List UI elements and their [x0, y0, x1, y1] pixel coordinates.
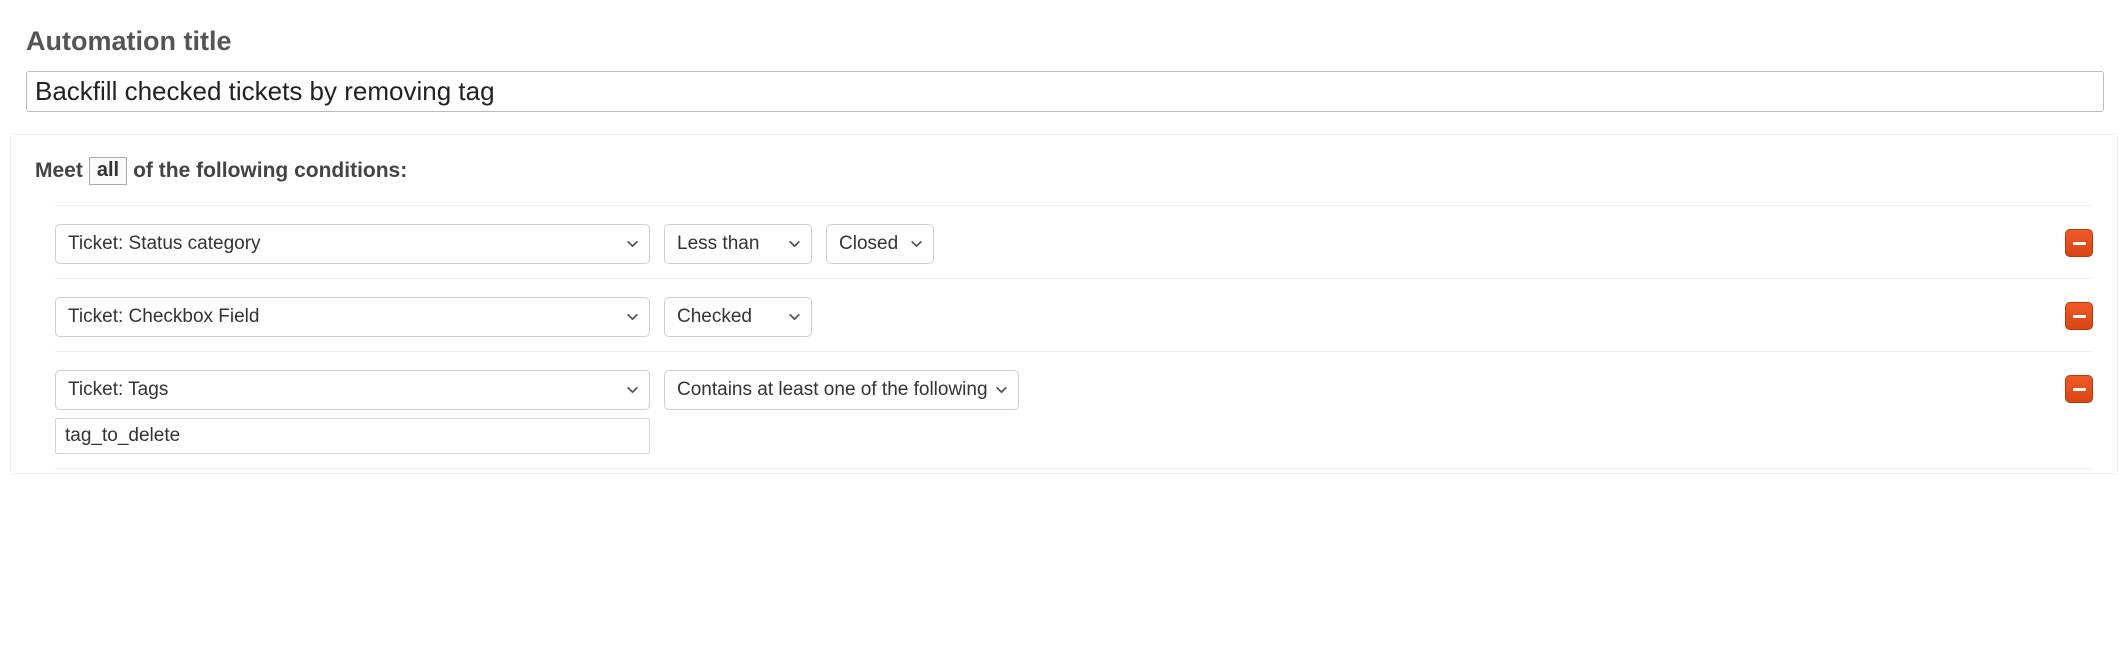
condition-operator-value: Checked: [677, 306, 752, 328]
minus-icon: [2073, 242, 2086, 245]
condition-operator-select[interactable]: Contains at least one of the following: [664, 370, 1019, 410]
chevron-down-icon: [910, 238, 923, 251]
condition-value-select[interactable]: Closed: [826, 224, 934, 264]
remove-condition-button[interactable]: [2065, 229, 2093, 257]
condition-value-text: Closed: [839, 233, 898, 255]
conditions-suffix: of the following conditions:: [133, 159, 407, 183]
conditions-prefix: Meet: [35, 159, 83, 183]
condition-field-select[interactable]: Ticket: Status category: [55, 224, 650, 264]
remove-condition-button[interactable]: [2065, 302, 2093, 330]
condition-operator-select[interactable]: Checked: [664, 297, 812, 337]
chevron-down-icon: [626, 238, 639, 251]
conditions-header: Meet all of the following conditions:: [35, 157, 2093, 185]
match-mode-selector[interactable]: all: [89, 157, 127, 185]
conditions-panel: Meet all of the following conditions: Ti…: [10, 134, 2118, 474]
condition-row: Ticket: Checkbox Field Checked: [55, 278, 2093, 351]
minus-icon: [2073, 315, 2086, 318]
condition-tag-input[interactable]: [55, 418, 650, 454]
condition-field-value: Ticket: Status category: [68, 233, 261, 255]
chevron-down-icon: [995, 384, 1008, 397]
condition-field-select[interactable]: Ticket: Tags: [55, 370, 650, 410]
chevron-down-icon: [626, 311, 639, 324]
condition-field-value: Ticket: Checkbox Field: [68, 306, 259, 328]
condition-field-value: Ticket: Tags: [68, 379, 168, 401]
automation-title-heading: Automation title: [26, 26, 2104, 57]
chevron-down-icon: [626, 384, 639, 397]
condition-row: Ticket: Status category Less than Closed: [55, 205, 2093, 278]
condition-row: Ticket: Tags Contains at least one of th…: [55, 351, 2093, 469]
remove-condition-button[interactable]: [2065, 375, 2093, 403]
condition-field-select[interactable]: Ticket: Checkbox Field: [55, 297, 650, 337]
chevron-down-icon: [788, 311, 801, 324]
chevron-down-icon: [788, 238, 801, 251]
minus-icon: [2073, 388, 2086, 391]
condition-operator-select[interactable]: Less than: [664, 224, 812, 264]
condition-operator-value: Contains at least one of the following: [677, 379, 988, 401]
condition-operator-value: Less than: [677, 233, 759, 255]
automation-title-input[interactable]: [26, 71, 2104, 112]
